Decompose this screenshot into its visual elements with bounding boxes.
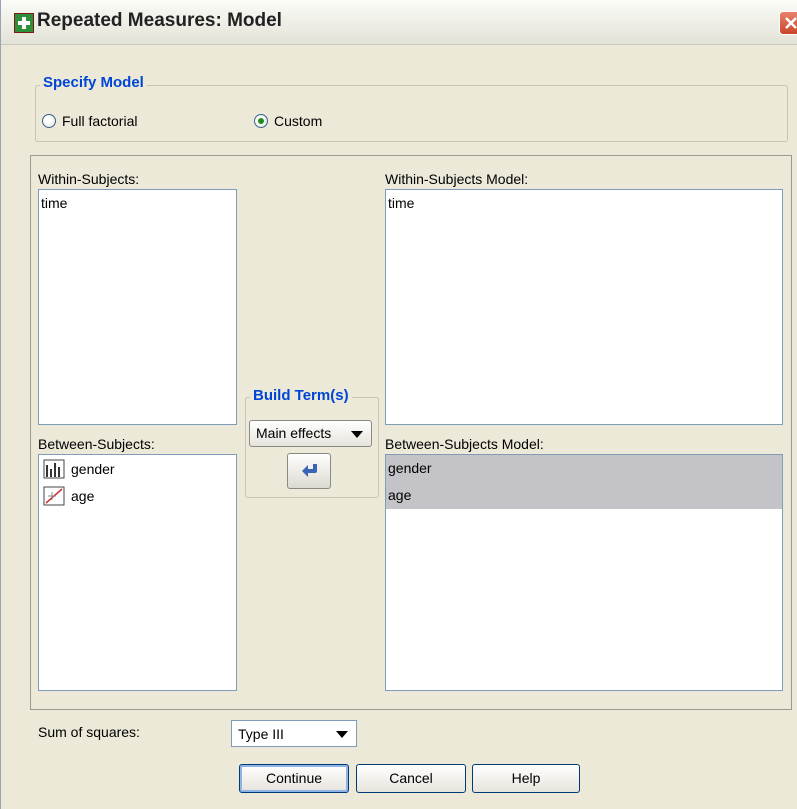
specify-model-group: Specify Model [35,74,788,142]
title-bar[interactable]: Repeated Measures: Model [1,0,797,45]
list-item[interactable]: gender [39,455,236,482]
close-button[interactable] [779,11,797,35]
scale-variable-icon [43,486,65,505]
nominal-variable-icon [43,459,65,478]
custom-label: Custom [274,113,323,129]
list-item[interactable]: age [386,482,782,509]
close-icon [785,17,797,29]
between-subjects-list[interactable]: gender age [38,454,237,691]
sum-of-squares-value: Type III [238,726,284,742]
build-terms-legend: Build Term(s) [250,387,352,404]
app-icon [14,13,34,33]
list-item[interactable]: time [39,190,236,217]
custom-radio[interactable]: Custom [254,113,322,129]
dropdown-arrow-icon [336,731,348,738]
window-title: Repeated Measures: Model [37,10,282,31]
radio-checked-icon [254,114,268,128]
within-subjects-model-label: Within-Subjects Model: [385,171,529,187]
full-factorial-radio[interactable]: Full factorial [42,113,137,129]
sum-of-squares-dropdown[interactable]: Type III [231,720,357,747]
within-subjects-list[interactable]: time [38,189,237,425]
between-subjects-model-label: Between-Subjects Model: [385,436,544,452]
variable-name: gender [71,460,115,477]
move-term-button[interactable] [287,453,331,489]
radio-unchecked-icon [42,114,56,128]
cancel-button[interactable]: Cancel [356,764,466,793]
list-item[interactable]: gender [386,455,782,482]
between-subjects-label: Between-Subjects: [38,436,155,452]
build-term-type-dropdown[interactable]: Main effects [249,420,372,447]
continue-button[interactable]: Continue [239,764,349,793]
within-subjects-label: Within-Subjects: [38,171,140,187]
variable-name: age [71,487,95,504]
full-factorial-label: Full factorial [62,113,138,129]
list-item[interactable]: age [39,482,236,509]
within-subjects-model-list[interactable]: time [385,189,783,425]
help-button[interactable]: Help [472,764,580,793]
list-item[interactable]: time [386,190,782,217]
build-term-type-value: Main effects [256,425,332,441]
sum-of-squares-label: Sum of squares: [38,724,140,740]
dropdown-arrow-icon [351,431,363,438]
between-subjects-model-list[interactable]: gender age [385,454,783,691]
dialog-window: Repeated Measures: Model Specify Model F… [0,0,797,809]
specify-model-legend: Specify Model [40,74,147,91]
arrow-left-icon [302,464,317,477]
